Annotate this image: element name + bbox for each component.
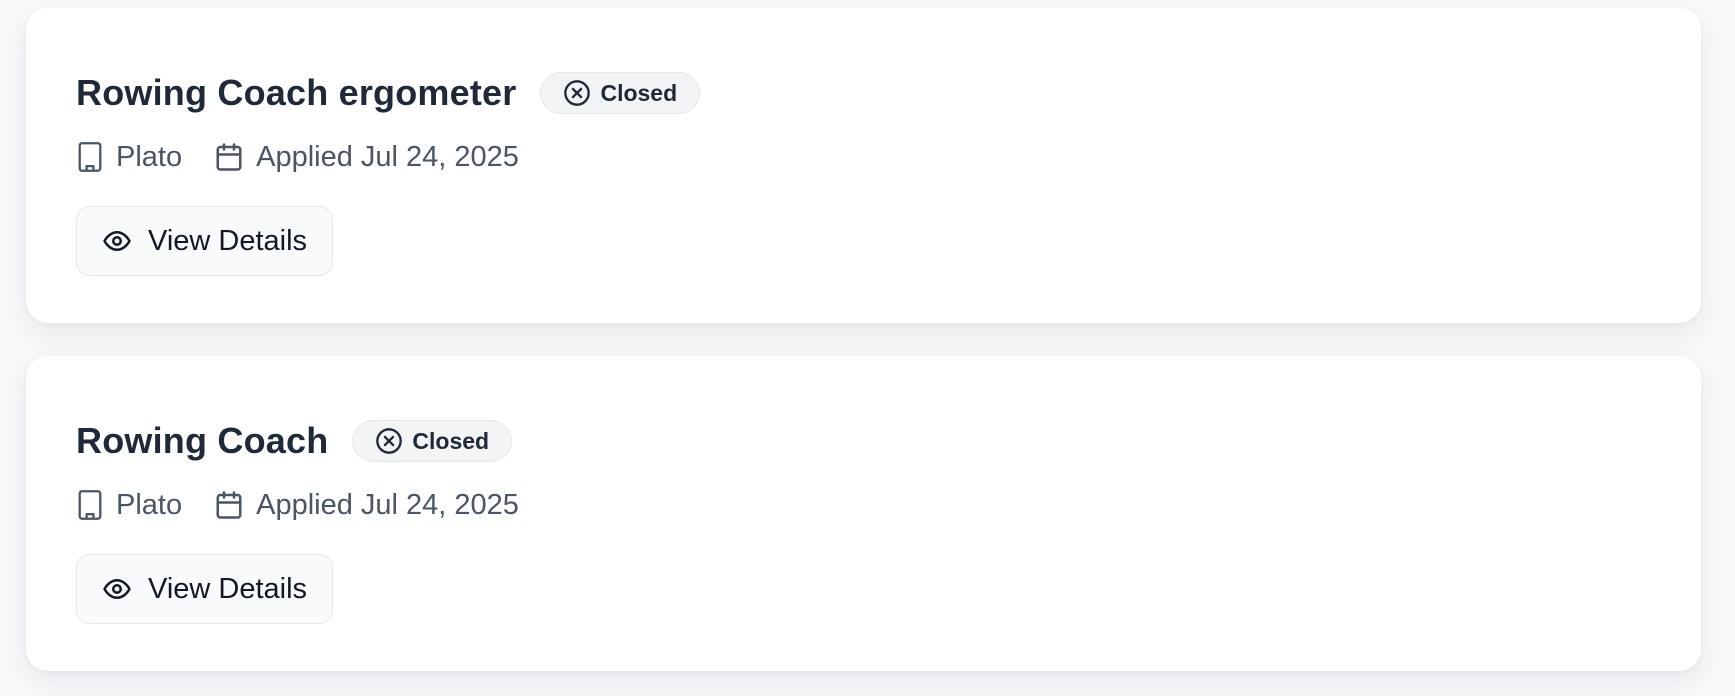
applied-date-label: Applied Jul 24, 2025 xyxy=(256,140,519,173)
company-name: Plato xyxy=(116,488,183,521)
company-name: Plato xyxy=(116,140,183,173)
view-details-button[interactable]: View Details xyxy=(76,554,334,624)
building-icon xyxy=(78,142,102,172)
card-header: Rowing Coach ergometer Closed xyxy=(76,64,1651,122)
card-meta: Plato Applied Jul 24, 2025 xyxy=(76,476,1651,534)
applied-date: Applied Jul 24, 2025 xyxy=(214,489,519,522)
status-label: Closed xyxy=(600,79,678,106)
view-details-label: View Details xyxy=(148,224,308,257)
application-card: Rowing Coach ergometer Closed Plato Appl… xyxy=(26,8,1701,323)
application-card: Rowing Coach Closed Plato Applied Jul 24… xyxy=(26,356,1701,671)
applied-date-label: Applied Jul 24, 2025 xyxy=(256,488,519,521)
company: Plato xyxy=(76,489,182,522)
applications-list: Rowing Coach ergometer Closed Plato Appl… xyxy=(0,0,1735,696)
card-meta: Plato Applied Jul 24, 2025 xyxy=(76,128,1651,186)
eye-icon xyxy=(103,231,131,251)
company: Plato xyxy=(76,141,182,174)
status-badge: Closed xyxy=(540,72,701,114)
applied-date: Applied Jul 24, 2025 xyxy=(214,141,519,174)
building-icon xyxy=(78,490,102,520)
x-circle-icon xyxy=(564,80,591,106)
view-details-label: View Details xyxy=(148,572,308,605)
job-title: Rowing Coach xyxy=(76,420,329,461)
eye-icon xyxy=(103,579,131,599)
status-label: Closed xyxy=(412,427,490,454)
view-details-button[interactable]: View Details xyxy=(76,206,334,276)
calendar-icon xyxy=(216,143,242,171)
status-badge: Closed xyxy=(352,420,513,462)
calendar-icon xyxy=(216,491,242,519)
x-circle-icon xyxy=(376,428,403,454)
card-header: Rowing Coach Closed xyxy=(76,412,1651,470)
job-title: Rowing Coach ergometer xyxy=(76,72,517,113)
